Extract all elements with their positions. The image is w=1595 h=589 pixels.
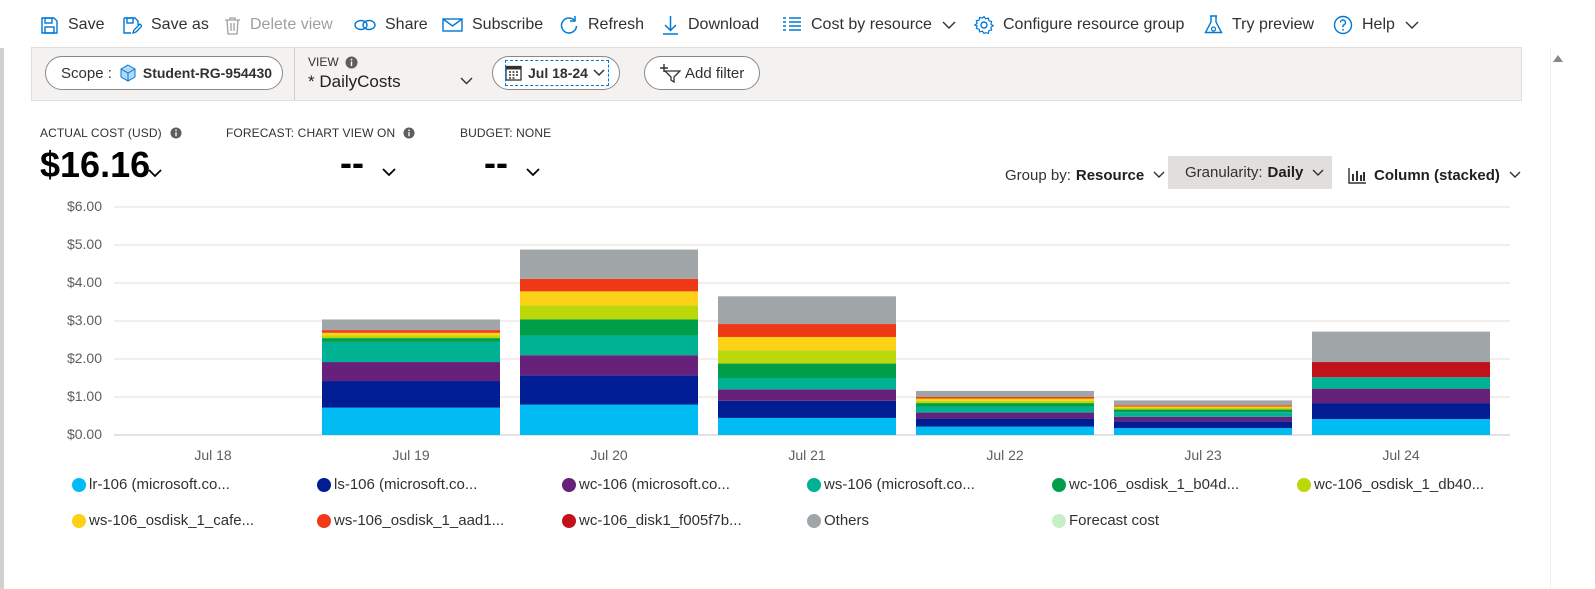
legend-item[interactable]: ws-106 (microsoft.co... [807,476,975,493]
legend-swatch [1052,513,1066,528]
bar-segment[interactable] [718,389,896,401]
legend-label: ls-106 (microsoft.co... [334,476,478,493]
legend-label: lr-106 (microsoft.co... [89,476,230,493]
bar-segment[interactable] [1312,362,1490,378]
bar-segment[interactable] [718,417,896,435]
bar-segment[interactable] [322,381,500,408]
bar-segment[interactable] [520,335,698,356]
bar-segment[interactable] [1312,377,1490,389]
bar-segment[interactable] [1312,388,1490,404]
bar-segment[interactable] [916,426,1094,435]
bar-segment[interactable] [718,363,896,378]
bar-segment[interactable] [916,397,1094,399]
legend-label: wc-106_osdisk_1_b04d... [1069,476,1240,493]
legend-swatch [1297,477,1311,492]
bar-segment[interactable] [718,324,896,337]
legend-label: wc-106 (microsoft.co... [579,476,730,493]
bar-segment[interactable] [1114,405,1292,407]
bar-segment[interactable] [322,335,500,339]
x-tick-label: Jul 24 [1382,447,1420,463]
bar-segment[interactable] [916,403,1094,407]
legend-item[interactable]: ls-106 (microsoft.co... [317,476,477,493]
legend-item[interactable]: Forecast cost [1052,512,1159,529]
legend-label: wc-106_osdisk_1_db40... [1314,476,1485,493]
legend-item[interactable]: wc-106_osdisk_1_b04d... [1052,476,1239,493]
bar-segment[interactable] [916,390,1094,397]
bar-segment[interactable] [520,375,698,405]
bar-segment[interactable] [718,296,896,325]
bar-segment[interactable] [322,330,500,333]
bar-segment[interactable] [322,362,500,382]
legend-label: ws-106 (microsoft.co... [824,476,975,493]
x-tick-label: Jul 19 [392,447,430,463]
bar-segment[interactable] [520,278,698,292]
legend-item[interactable]: wc-106_osdisk_1_db40... [1297,476,1484,493]
bar-segment[interactable] [916,398,1094,401]
bar-segment[interactable] [322,319,500,331]
x-tick-label: Jul 21 [788,447,826,463]
legend-label: Forecast cost [1069,512,1160,529]
bar-segment[interactable] [520,319,698,336]
legend-label: ws-106_osdisk_1_aad1... [334,512,505,529]
bar-segment[interactable] [1114,412,1292,417]
cost-chart[interactable] [0,0,1595,589]
legend-item[interactable]: wc-106_disk1_f005f7b... [562,512,742,529]
x-tick-label: Jul 18 [194,447,232,463]
legend-item[interactable]: ws-106_osdisk_1_cafe... [72,512,254,529]
bar-segment[interactable] [520,249,698,279]
bar-segment[interactable] [718,400,896,418]
legend-label: wc-106_disk1_f005f7b... [579,512,742,529]
legend-swatch [562,477,576,492]
bar-segment[interactable] [322,407,500,435]
bar-segment[interactable] [1312,403,1490,420]
legend-item[interactable]: ws-106_osdisk_1_aad1... [317,512,504,529]
legend-label: ws-106_osdisk_1_cafe... [89,512,255,529]
x-tick-label: Jul 20 [590,447,628,463]
bar-segment[interactable] [322,338,500,342]
legend-item[interactable]: wc-106 (microsoft.co... [562,476,730,493]
bar-segment[interactable] [718,336,896,351]
bar-segment[interactable] [520,404,698,435]
bar-segment[interactable] [916,400,1094,404]
bar-segment[interactable] [916,418,1094,427]
legend-swatch [807,477,821,492]
legend-item[interactable]: Others [807,512,869,529]
bar-segment[interactable] [1114,428,1292,435]
bar-segment[interactable] [718,378,896,390]
bar-segment[interactable] [322,332,500,336]
bar-segment[interactable] [916,406,1094,413]
bar-segment[interactable] [1114,406,1292,409]
bar-segment[interactable] [520,291,698,306]
x-tick-label: Jul 23 [1184,447,1222,463]
bar-segment[interactable] [1114,408,1292,410]
bar-segment[interactable] [718,350,896,364]
bar-segment[interactable] [520,355,698,376]
x-tick-label: Jul 22 [986,447,1024,463]
legend-swatch [1052,477,1066,492]
bar-segment[interactable] [1114,409,1292,413]
legend-item[interactable]: lr-106 (microsoft.co... [72,476,230,493]
bar-segment[interactable] [1114,421,1292,429]
bar-segment[interactable] [916,412,1094,419]
bar-segment[interactable] [1312,419,1490,435]
bar-segment[interactable] [520,305,698,320]
legend-swatch [317,477,331,492]
legend-swatch [317,513,331,528]
legend-swatch [72,513,86,528]
legend-swatch [562,513,576,528]
bar-segment[interactable] [322,341,500,363]
legend-swatch [807,513,821,528]
legend-label: Others [824,512,870,529]
bar-segment[interactable] [1312,331,1490,363]
bar-segment[interactable] [1114,400,1292,406]
bar-segment[interactable] [1114,416,1292,422]
legend-swatch [72,477,86,492]
